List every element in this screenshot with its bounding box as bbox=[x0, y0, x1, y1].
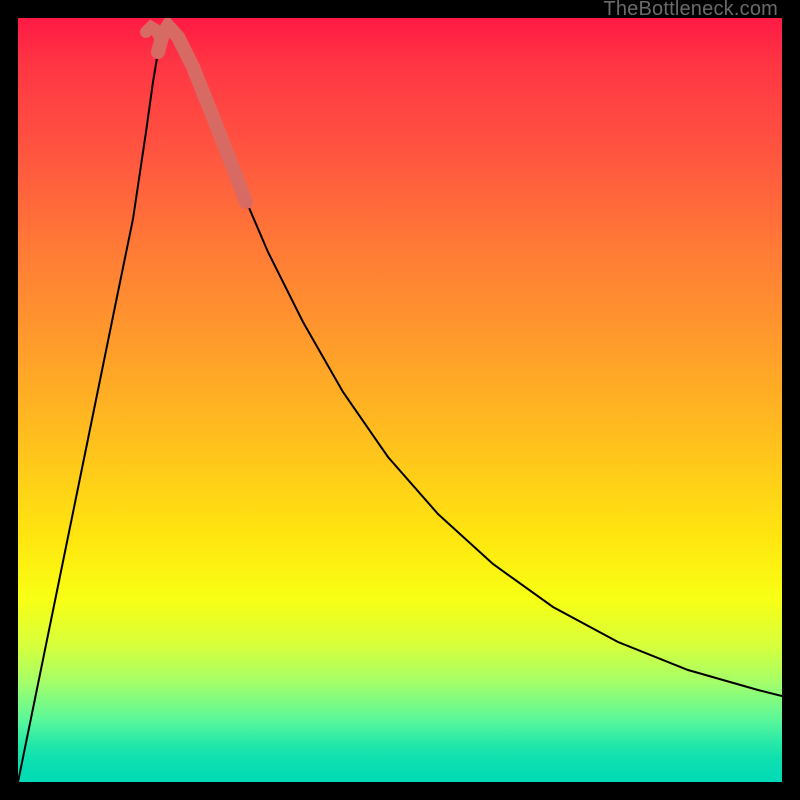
plot-area bbox=[18, 18, 782, 782]
watermark-text: TheBottleneck.com bbox=[603, 0, 778, 18]
chart-frame: TheBottleneck.com bbox=[0, 0, 800, 800]
bottleneck-curve bbox=[18, 26, 782, 782]
highlight-tail bbox=[146, 27, 160, 38]
curve-layer bbox=[18, 18, 782, 782]
highlight-segment bbox=[158, 26, 246, 202]
